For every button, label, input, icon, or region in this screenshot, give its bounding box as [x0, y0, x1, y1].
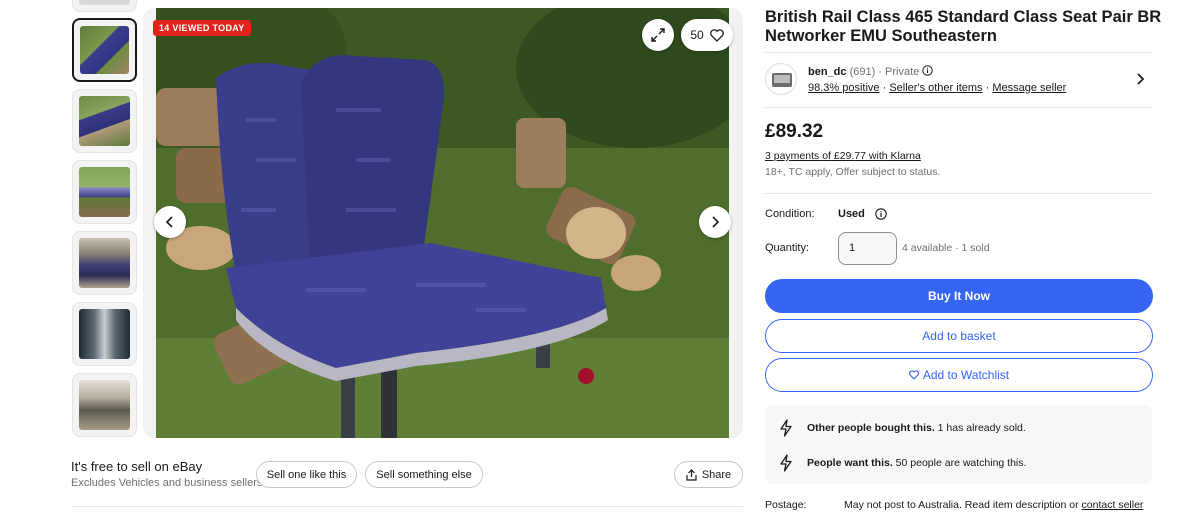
thumbnail-partial[interactable]: [72, 0, 137, 12]
lightning-icon: [780, 454, 792, 472]
expand-icon: [651, 28, 665, 42]
thumbnail-seat-pair-side[interactable]: [72, 89, 137, 153]
chevron-left-icon: [165, 216, 173, 228]
add-to-watchlist-button[interactable]: Add to Watchlist: [765, 358, 1153, 392]
thumbnail-train-carriage[interactable]: [72, 302, 137, 366]
finance-terms: 18+, TC apply, Offer subject to status.: [765, 166, 941, 178]
contact-seller-link[interactable]: contact seller: [1082, 499, 1144, 511]
sell-promo-title: It's free to sell on eBay: [71, 459, 203, 474]
message-seller-link[interactable]: Message seller: [992, 82, 1066, 94]
info-icon[interactable]: [875, 208, 887, 220]
seller-other-items-link[interactable]: Seller's other items: [889, 82, 982, 94]
chevron-right-icon: [712, 216, 720, 228]
signal-bought-bold: Other people bought this.: [807, 422, 935, 434]
sell-promo-subtitle: Excludes Vehicles and business sellers: [71, 477, 263, 489]
thumbnail-train-ceiling[interactable]: [72, 373, 137, 437]
seller-avatar[interactable]: [765, 63, 797, 95]
lightning-icon: [780, 419, 792, 437]
sell-one-like-this-button[interactable]: Sell one like this: [256, 461, 357, 488]
previous-image-button[interactable]: [154, 206, 186, 238]
seller-name[interactable]: ben_dc: [808, 66, 847, 78]
heart-icon: [709, 28, 724, 42]
expand-image-button[interactable]: [642, 19, 674, 51]
seller-details-button[interactable]: [1135, 72, 1147, 91]
availability-text: 4 available · 1 sold: [902, 242, 990, 254]
seller-info: ben_dc (691) · Private: [808, 65, 934, 78]
item-price: £89.32: [765, 121, 824, 142]
seller-links: 98.3% positive · Seller's other items · …: [808, 82, 1066, 94]
signal-want-text: 50 people are watching this.: [892, 457, 1027, 469]
signal-watching: People want this. 50 people are watching…: [779, 454, 1026, 472]
seat-pair-photo[interactable]: [156, 8, 729, 438]
postage-label: Postage:: [765, 499, 807, 511]
share-icon: [686, 468, 697, 481]
signal-want-bold: People want this.: [807, 457, 893, 469]
divider: [71, 506, 743, 507]
signal-bought-text: 1 has already sold.: [934, 422, 1026, 434]
listing-title: British Rail Class 465 Standard Class Se…: [765, 8, 1162, 45]
klarna-payments-link[interactable]: 3 payments of £29.77 with Klarna: [765, 150, 921, 162]
heart-icon: [908, 370, 919, 380]
thumbnail-seat-pair-front[interactable]: [72, 18, 137, 82]
divider: [765, 52, 1152, 53]
watch-count-button[interactable]: 50: [681, 19, 733, 51]
seller-positive-link[interactable]: 98.3% positive: [808, 82, 880, 94]
sell-something-else-button[interactable]: Sell something else: [365, 461, 483, 488]
next-image-button[interactable]: [699, 206, 731, 238]
chevron-right-icon: [1137, 73, 1145, 85]
quantity-input[interactable]: 1: [838, 232, 897, 265]
thumbnail-train-interior[interactable]: [72, 231, 137, 295]
condition-label: Condition:: [765, 208, 815, 220]
postage-info: May not post to Australia. Read item des…: [844, 499, 1143, 511]
postage-text: May not post to Australia. Read item des…: [844, 499, 1079, 511]
seller-feedback-count: (691): [849, 66, 876, 78]
condition-text: Used: [838, 208, 865, 220]
condition-value: Used: [838, 208, 887, 220]
add-to-basket-button[interactable]: Add to basket: [765, 319, 1153, 353]
divider: [765, 193, 1152, 194]
share-button[interactable]: Share: [674, 461, 743, 488]
social-signals: Other people bought this. 1 has already …: [765, 405, 1152, 484]
quantity-label: Quantity:: [765, 242, 810, 254]
add-to-watchlist-label: Add to Watchlist: [922, 368, 1010, 382]
viewed-today-badge: 14 VIEWED TODAY: [153, 20, 251, 36]
info-icon[interactable]: [922, 65, 934, 76]
seller-type: · Private: [878, 66, 920, 78]
share-label: Share: [701, 468, 732, 481]
signal-bought: Other people bought this. 1 has already …: [779, 419, 1026, 437]
thumbnail-seat-pair-garden[interactable]: [72, 160, 137, 224]
main-image-viewer: 14 VIEWED TODAY 50: [143, 8, 743, 438]
buy-it-now-button[interactable]: Buy It Now: [765, 279, 1153, 313]
divider: [765, 107, 1152, 108]
watch-count: 50: [690, 28, 704, 42]
